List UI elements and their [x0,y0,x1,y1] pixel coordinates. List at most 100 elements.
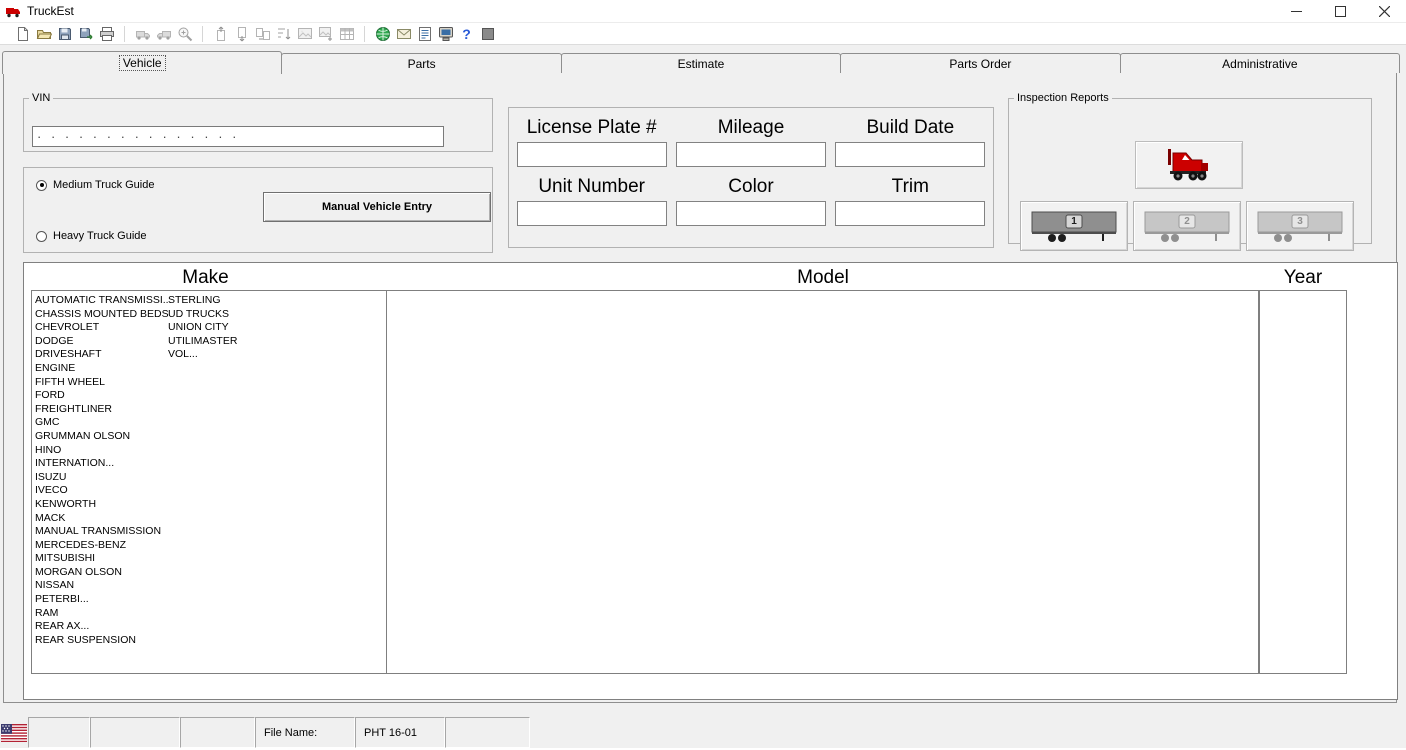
trailer-icon [1028,205,1120,248]
photo-add-icon[interactable] [315,24,336,44]
title-bar: TruckEst [0,0,1406,22]
make-item[interactable]: VOL... [168,348,237,362]
save-icon[interactable] [54,24,75,44]
make-item[interactable]: ENGINE [35,362,172,376]
print-icon[interactable] [96,24,117,44]
computer-icon[interactable] [435,24,456,44]
make-item[interactable]: UNION CITY [168,321,237,335]
vehicle-field: License Plate # [515,116,668,167]
make-item[interactable]: MORGAN OLSON [35,566,172,580]
heavy-truck-guide-radio[interactable]: Heavy Truck Guide [36,230,147,242]
make-item[interactable]: STERLING [168,294,237,308]
doc-down-icon[interactable] [231,24,252,44]
model-header: Model [387,267,1259,289]
status-panel-4 [445,717,530,748]
make-item[interactable]: UTILIMASTER [168,335,237,349]
tab-parts[interactable]: Parts [281,53,561,73]
open-folder-icon[interactable] [33,24,54,44]
year-list[interactable] [1259,290,1347,674]
vehicle-field-input[interactable] [676,142,826,167]
close-button[interactable] [1362,0,1406,22]
tab-parts-order[interactable]: Parts Order [840,53,1120,73]
maximize-button[interactable] [1318,0,1362,22]
make-item[interactable]: CHEVROLET [35,321,172,335]
truck-next-icon[interactable] [153,24,174,44]
make-column-1: AUTOMATIC TRANSMISSI...CHASSIS MOUNTED B… [35,294,172,647]
vehicle-field-input[interactable] [517,142,667,167]
make-item[interactable]: FIFTH WHEEL [35,376,172,390]
inspection-reports-groupbox: Inspection Reports [1008,92,1372,244]
make-item[interactable]: FREIGHTLINER [35,403,172,417]
toolbar-separator [364,26,365,42]
photo-icon[interactable] [294,24,315,44]
report-icon[interactable] [414,24,435,44]
new-document-icon[interactable] [12,24,33,44]
help-icon[interactable]: ? [456,24,477,44]
medium-truck-guide-radio[interactable]: Medium Truck Guide [36,179,154,191]
globe-icon[interactable] [372,24,393,44]
make-column-2: STERLINGUD TRUCKSUNION CITYUTILIMASTERVO… [168,294,237,362]
vehicle-field-input[interactable] [517,201,667,226]
make-item[interactable]: AUTOMATIC TRANSMISSI... [35,294,172,308]
make-item[interactable]: KENWORTH [35,498,172,512]
make-item[interactable]: PETERBI... [35,593,172,607]
status-bar: File Name: PHT 16-01 [0,717,1406,748]
make-list[interactable]: AUTOMATIC TRANSMISSI...CHASSIS MOUNTED B… [31,290,387,674]
make-item[interactable]: GMC [35,416,172,430]
vehicle-field: Build Date [834,116,987,167]
vin-groupbox: VIN [23,92,493,152]
make-item[interactable]: REAR SUSPENSION [35,634,172,648]
trailer-inspection-button[interactable]: 2 [1133,201,1241,251]
email-icon[interactable] [393,24,414,44]
trailer-inspection-button[interactable]: 1 [1020,201,1128,251]
trailer-icon [1254,205,1346,248]
vin-label: VIN [29,92,53,104]
vin-input[interactable] [32,126,444,147]
vehicle-field-label: Build Date [866,116,954,140]
make-item[interactable]: MERCEDES-BENZ [35,539,172,553]
doc-transfer-icon[interactable] [252,24,273,44]
vehicle-field-input[interactable] [835,201,985,226]
trailer-icon [1141,205,1233,248]
panel-icon[interactable] [477,24,498,44]
model-list[interactable] [386,290,1259,674]
vehicle-field-input[interactable] [676,201,826,226]
tab-administrative[interactable]: Administrative [1120,53,1400,73]
status-panel-2 [90,717,180,748]
make-item[interactable]: REAR AX... [35,620,172,634]
make-item[interactable]: DODGE [35,335,172,349]
make-item[interactable]: NISSAN [35,579,172,593]
make-item[interactable]: FORD [35,389,172,403]
make-item[interactable]: MITSUBISHI [35,552,172,566]
vehicle-fields-panel: License Plate # Mileage Build Date Unit … [508,107,994,248]
inspection-reports-label: Inspection Reports [1014,92,1112,104]
minimize-button[interactable] [1274,0,1318,22]
zoom-icon[interactable] [174,24,195,44]
tab-estimate[interactable]: Estimate [561,53,841,73]
file-name-value: PHT 16-01 [355,717,445,748]
vehicle-field-input[interactable] [835,142,985,167]
sort-icon[interactable] [273,24,294,44]
make-item[interactable]: HINO [35,444,172,458]
make-item[interactable]: ISUZU [35,471,172,485]
tab-vehicle[interactable]: Vehicle [2,51,282,74]
tractor-inspection-button[interactable] [1135,141,1243,189]
make-item[interactable]: MACK [35,512,172,526]
make-header: Make [24,267,387,289]
manual-vehicle-entry-button[interactable]: Manual Vehicle Entry [263,192,491,222]
make-item[interactable]: DRIVESHAFT [35,348,172,362]
make-item[interactable]: UD TRUCKS [168,308,237,322]
make-item[interactable]: IVECO [35,484,172,498]
make-item[interactable]: INTERNATION... [35,457,172,471]
table-icon[interactable] [336,24,357,44]
truck-prev-icon[interactable] [132,24,153,44]
make-item[interactable]: MANUAL TRANSMISSION [35,525,172,539]
make-item[interactable]: GRUMMAN OLSON [35,430,172,444]
make-item[interactable]: RAM [35,607,172,621]
make-item[interactable]: CHASSIS MOUNTED BEDS [35,308,172,322]
export-icon[interactable] [75,24,96,44]
toolbar-separator [202,26,203,42]
truck-guide-groupbox: Medium Truck Guide Heavy Truck Guide Man… [23,167,493,253]
doc-up-icon[interactable] [210,24,231,44]
trailer-inspection-button[interactable]: 3 [1246,201,1354,251]
